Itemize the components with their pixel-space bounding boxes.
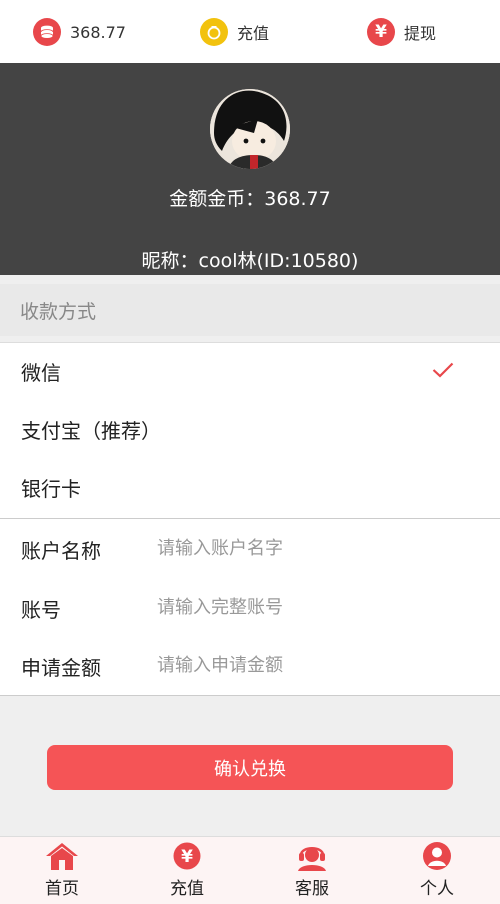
tab-label: 个人 <box>420 879 454 899</box>
option-label: 支付宝（推荐） <box>21 419 161 443</box>
payment-option-bankcard[interactable]: 银行卡 <box>0 459 500 517</box>
account-number-label: 账号 <box>21 598 61 622</box>
balance-value: 368.77 <box>70 22 126 42</box>
option-label: 银行卡 <box>21 477 81 501</box>
confirm-exchange-button[interactable]: 确认兑换 <box>47 745 453 790</box>
amount-label: 申请金额 <box>21 656 101 680</box>
nickname-text: 昵称：cool林(ID:10580) <box>141 250 359 272</box>
tab-service[interactable]: 客服 <box>262 841 362 901</box>
payment-option-alipay[interactable]: 支付宝（推荐） <box>0 401 500 459</box>
recharge-label: 充值 <box>237 24 270 43</box>
top-bar: 368.77 充值 ¥ 提现 <box>0 0 500 63</box>
payment-method-header: 收款方式 <box>0 284 500 336</box>
payment-method-list: 微信 支付宝（推荐） 银行卡 <box>0 342 500 519</box>
svg-text:¥: ¥ <box>181 847 193 867</box>
tab-personal[interactable]: 个人 <box>387 841 487 901</box>
section-title: 收款方式 <box>20 301 97 323</box>
withdraw-label: 提现 <box>404 24 437 43</box>
headset-icon <box>294 841 330 871</box>
payment-option-wechat[interactable]: 微信 <box>0 343 500 401</box>
user-icon <box>419 841 455 871</box>
bottom-tab-bar: 首页 ¥ 充值 客服 个人 <box>0 836 500 904</box>
recharge-link[interactable]: 充值 <box>200 17 269 47</box>
home-icon <box>44 841 80 871</box>
check-icon <box>432 362 454 378</box>
amount-input[interactable] <box>157 648 477 682</box>
account-name-label: 账户名称 <box>21 539 101 563</box>
balance-text: 金额金币：368.77 <box>169 188 331 210</box>
tab-label: 充值 <box>170 879 204 899</box>
withdraw-form: 账户名称 账号 申请金额 <box>0 518 500 696</box>
withdraw-link[interactable]: ¥ 提现 <box>367 17 436 47</box>
account-number-input[interactable] <box>157 590 477 624</box>
tab-label: 客服 <box>295 879 329 899</box>
profile-header: 金额金币：368.77 昵称：cool林(ID:10580) <box>0 63 500 275</box>
amount-row: 申请金额 <box>0 636 500 694</box>
account-number-row: 账号 <box>0 578 500 636</box>
tab-recharge[interactable]: ¥ 充值 <box>137 841 237 901</box>
avatar[interactable] <box>210 89 290 169</box>
account-name-input[interactable] <box>157 531 477 565</box>
yen-icon: ¥ <box>367 18 395 46</box>
tab-home[interactable]: 首页 <box>12 841 112 901</box>
tab-label: 首页 <box>45 879 79 899</box>
balance-display: 368.77 <box>33 17 126 47</box>
coins-icon <box>33 18 61 46</box>
yen-coin-icon: ¥ <box>169 841 205 871</box>
option-label: 微信 <box>21 361 61 385</box>
moneybag-icon <box>200 18 228 46</box>
account-name-row: 账户名称 <box>0 519 500 577</box>
